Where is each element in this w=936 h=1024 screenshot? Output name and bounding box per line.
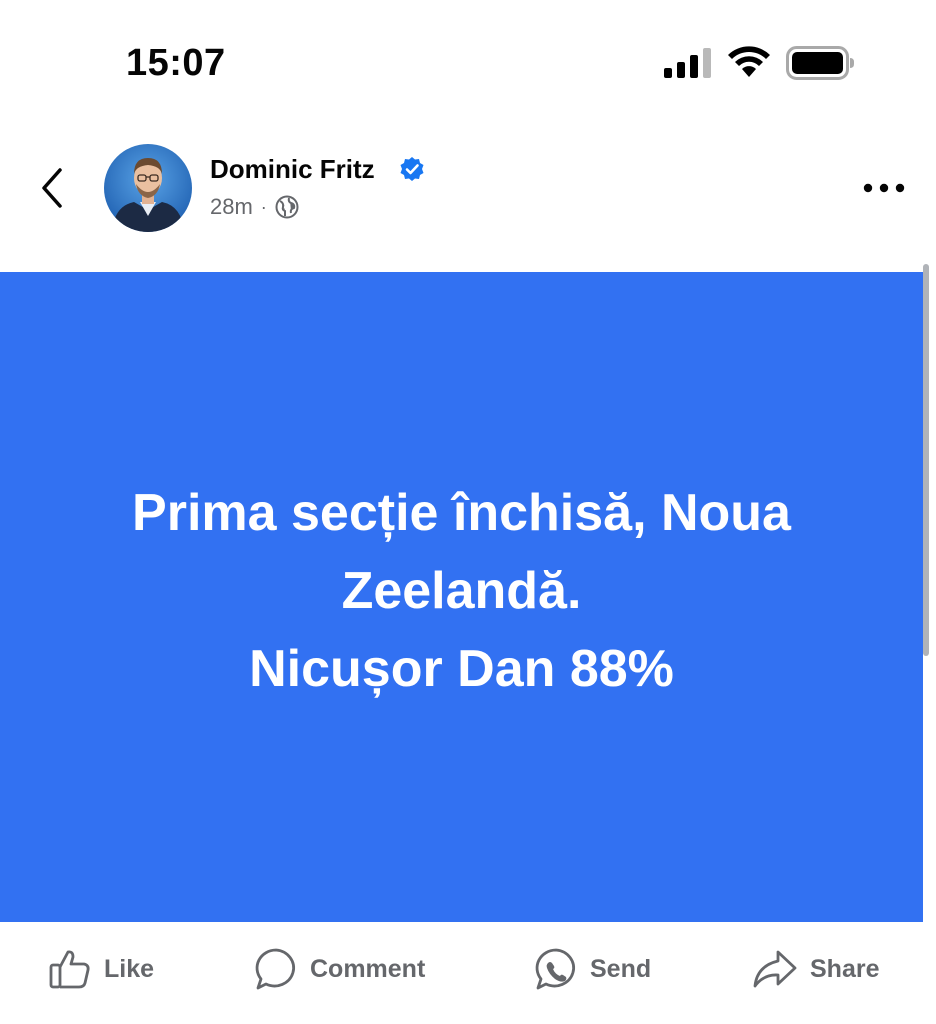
more-options-button[interactable]: [858, 170, 910, 206]
signal-icon: [664, 48, 711, 78]
post-text-line: Nicușor Dan 88%: [249, 640, 674, 698]
status-time: 15:07: [126, 42, 226, 84]
like-label: Like: [104, 954, 155, 983]
comment-label: Comment: [310, 954, 426, 983]
comment-button[interactable]: Comment: [254, 944, 425, 994]
post-time: 28m: [210, 194, 253, 219]
post-text-background[interactable]: Prima secție închisă, Noua Zeelandă. Nic…: [0, 272, 923, 922]
scrollbar[interactable]: [923, 264, 929, 656]
post-text-line: Zeelandă.: [341, 562, 582, 620]
post-text: Prima secție închisă, Noua Zeelandă. Nic…: [52, 474, 872, 708]
chevron-left-icon: [42, 168, 62, 208]
post-text-line: Prima secție închisă, Noua: [132, 484, 791, 542]
battery-icon: [786, 46, 854, 80]
post-header: Dominic Fritz 28m ·: [0, 130, 936, 260]
share-arrow-icon: [752, 948, 798, 990]
profile-photo: [104, 144, 192, 232]
share-button[interactable]: Share: [752, 944, 879, 994]
send-button[interactable]: Send: [534, 944, 651, 994]
status-bar: 15:07: [0, 0, 936, 120]
like-button[interactable]: Like: [48, 944, 154, 994]
post-detail-screen: 15:07 Dominic Fritz 28m · Prima secție î…: [0, 0, 936, 1024]
send-label: Send: [590, 954, 652, 983]
post-meta: 28m ·: [210, 194, 299, 220]
wifi-icon: [728, 46, 770, 77]
verified-badge-icon: [400, 157, 424, 181]
thumbs-up-icon: [48, 948, 92, 990]
author-name[interactable]: Dominic Fritz: [210, 154, 375, 185]
comment-bubble-icon: [254, 947, 298, 991]
meta-separator: ·: [260, 196, 267, 217]
globe-icon[interactable]: [275, 195, 299, 219]
messenger-send-icon: [534, 947, 578, 991]
share-label: Share: [810, 954, 880, 983]
avatar[interactable]: [104, 144, 192, 232]
back-button[interactable]: [30, 162, 74, 214]
action-bar: Like Comment Send Share: [0, 922, 936, 1024]
more-horizontal-icon: [863, 183, 905, 193]
